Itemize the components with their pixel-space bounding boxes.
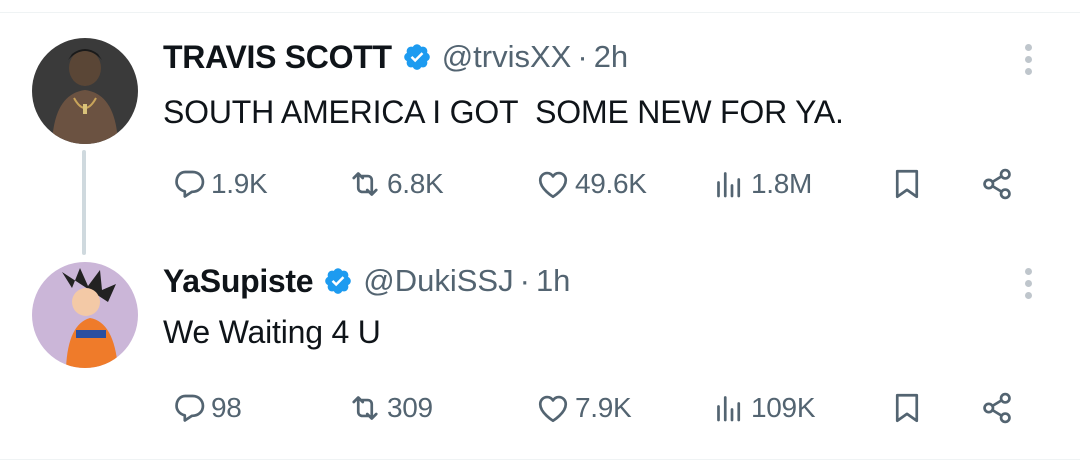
tweet-text: We Waiting 4 U	[163, 314, 381, 350]
share-button[interactable]	[979, 162, 1015, 206]
avatar[interactable]	[32, 38, 138, 144]
share-button[interactable]	[979, 386, 1015, 430]
bookmark-button[interactable]	[889, 162, 925, 206]
reply-icon	[171, 166, 207, 202]
tweet-yasupiste[interactable]: YaSupiste @DukiSSJ · 1h We Waiting 4 U 9…	[0, 250, 1080, 460]
views-icon	[711, 390, 747, 426]
tweet-text: SOUTH AMERICA I GOT SOME NEW FOR YA.	[163, 94, 844, 130]
author-name[interactable]: YaSupiste	[163, 263, 314, 300]
reply-icon	[171, 390, 207, 426]
like-button[interactable]: 49.6K	[535, 162, 647, 206]
tweet-header: TRAVIS SCOTT @trvisXX · 2h	[163, 36, 628, 78]
retweet-button[interactable]: 6.8K	[347, 162, 444, 206]
verified-badge-icon	[402, 42, 432, 72]
views-count: 109K	[751, 392, 816, 423]
avatar-image	[32, 262, 138, 368]
timestamp[interactable]: 2h	[594, 39, 628, 75]
bottom-divider	[0, 459, 1080, 460]
like-icon	[535, 166, 571, 202]
tweet-header: YaSupiste @DukiSSJ · 1h	[163, 260, 570, 302]
share-icon	[979, 166, 1015, 202]
separator-dot: ·	[577, 39, 588, 74]
avatar-image	[32, 38, 138, 144]
author-handle[interactable]: @DukiSSJ	[363, 263, 513, 299]
bookmark-icon	[889, 166, 925, 202]
reply-count: 1.9K	[211, 168, 268, 199]
reply-count: 98	[211, 392, 242, 423]
like-button[interactable]: 7.9K	[535, 386, 632, 430]
avatar[interactable]	[32, 262, 138, 368]
retweet-button[interactable]: 309	[347, 386, 433, 430]
more-icon[interactable]	[1024, 44, 1034, 80]
thread-connector	[82, 150, 86, 255]
reply-button[interactable]: 1.9K	[171, 162, 268, 206]
retweet-count: 309	[387, 392, 433, 423]
share-icon	[979, 390, 1015, 426]
tweet-travis-scott[interactable]: TRAVIS SCOTT @trvisXX · 2h SOUTH AMERICA…	[0, 0, 1080, 255]
views-button[interactable]: 109K	[711, 386, 816, 430]
retweet-icon	[347, 390, 383, 426]
retweet-icon	[347, 166, 383, 202]
author-handle[interactable]: @trvisXX	[442, 39, 572, 75]
views-count: 1.8M	[751, 168, 813, 199]
more-icon[interactable]	[1024, 268, 1034, 304]
bookmark-button[interactable]	[889, 386, 925, 430]
action-bar: 1.9K 6.8K 49.6K 1.8M	[163, 162, 1033, 206]
timestamp[interactable]: 1h	[536, 263, 570, 299]
action-bar: 98 309 7.9K 109K	[163, 386, 1033, 430]
bookmark-icon	[889, 390, 925, 426]
like-count: 7.9K	[575, 392, 632, 423]
verified-badge-icon	[323, 266, 353, 296]
reply-button[interactable]: 98	[171, 386, 242, 430]
author-name[interactable]: TRAVIS SCOTT	[163, 39, 392, 76]
retweet-count: 6.8K	[387, 168, 444, 199]
views-icon	[711, 166, 747, 202]
separator-dot: ·	[519, 263, 530, 298]
like-count: 49.6K	[575, 168, 647, 199]
views-button[interactable]: 1.8M	[711, 162, 812, 206]
like-icon	[535, 390, 571, 426]
